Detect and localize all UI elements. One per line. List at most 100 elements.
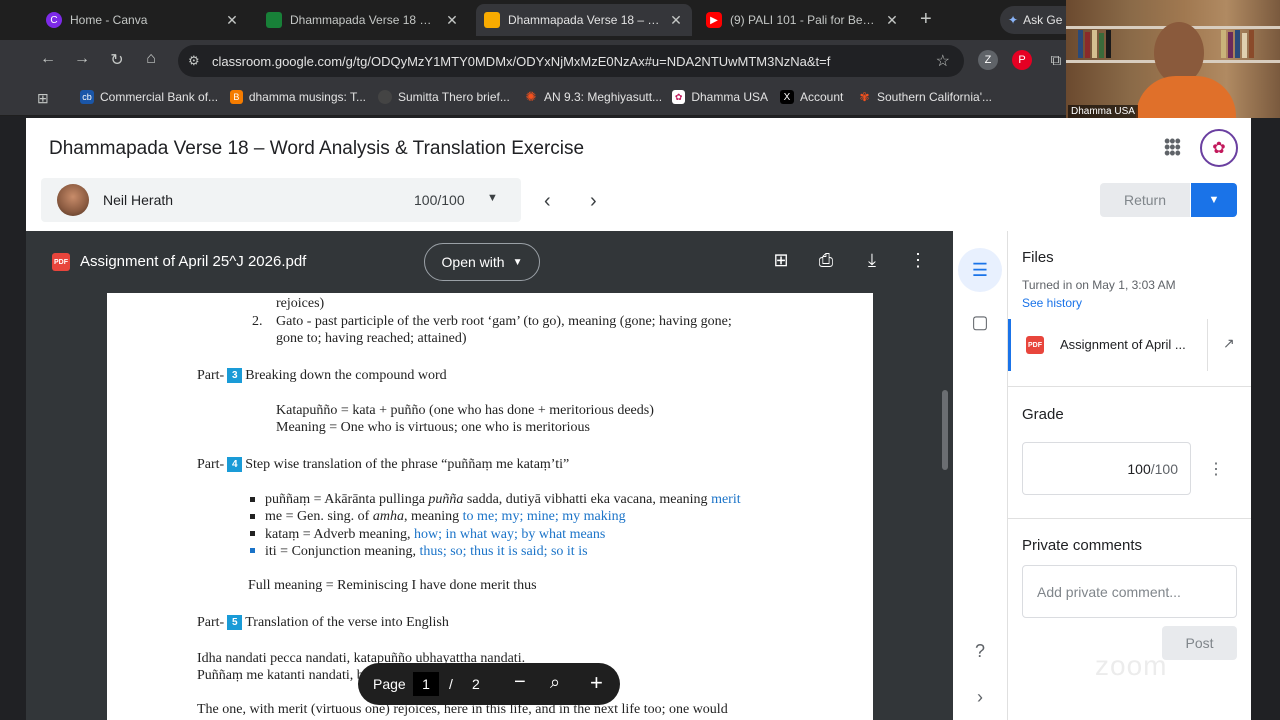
grade-heading: Grade bbox=[1022, 406, 1064, 423]
grade-input[interactable]: 100/100 bbox=[1022, 442, 1191, 495]
zoom-in-icon[interactable]: + bbox=[590, 670, 603, 696]
see-history-link[interactable]: See history bbox=[1022, 296, 1082, 310]
grading-sidepanel: Files Turned in on May 1, 3:03 AM See hi… bbox=[1008, 231, 1251, 720]
bookmark-dhamma-usa[interactable]: ✿ Dhamma USA bbox=[672, 90, 768, 104]
print-icon[interactable]: ⎙ bbox=[814, 250, 838, 271]
bullet-me: me = Gen. sing. of amha, meaning to me; … bbox=[265, 509, 626, 524]
sun-icon: ✺ bbox=[525, 89, 537, 104]
student-grade: 100/100 bbox=[414, 192, 465, 208]
student-avatar bbox=[57, 184, 89, 216]
bookmark-commercial-bank[interactable]: cb Commercial Bank of... bbox=[80, 90, 220, 104]
open-in-new-icon[interactable]: ↗ bbox=[1223, 335, 1235, 352]
post-button[interactable]: Post bbox=[1162, 626, 1237, 660]
pdf-file-icon: PDF bbox=[1026, 336, 1044, 354]
help-icon[interactable]: ? bbox=[958, 629, 1002, 673]
url-bar[interactable]: ⚙ classroom.google.com/g/tg/ODQyMzY1MTY0… bbox=[178, 45, 964, 77]
return-options-icon[interactable]: ▼ bbox=[1191, 183, 1237, 217]
classroom-icon bbox=[266, 12, 282, 28]
bullet-iti: iti = Conjunction meaning, thus; so; thu… bbox=[265, 544, 588, 559]
collapse-panel-icon[interactable]: › bbox=[958, 675, 1002, 719]
site-icon bbox=[378, 90, 392, 104]
next-student-icon[interactable]: › bbox=[590, 190, 597, 213]
google-apps-icon[interactable]: ••• ••• ••• bbox=[1164, 132, 1184, 162]
left-edge bbox=[0, 116, 26, 720]
pdf-file-icon: PDF bbox=[52, 253, 70, 271]
attachment-name: Assignment of April ... bbox=[1060, 337, 1186, 352]
x-icon: X bbox=[780, 90, 794, 104]
classroom-header: Dhammapada Verse 18 – Word Analysis & Tr… bbox=[26, 118, 1251, 231]
home-icon[interactable]: ⌂ bbox=[140, 50, 162, 68]
details-panel-icon[interactable]: ☰ bbox=[958, 248, 1002, 292]
zoom-watermark: zoom bbox=[1095, 650, 1168, 681]
private-comment-input[interactable]: Add private comment... bbox=[1022, 565, 1237, 618]
pdf-page: rejoices) 2. Gato - past participle of t… bbox=[107, 293, 873, 720]
close-tab-icon[interactable]: ✕ bbox=[884, 12, 900, 29]
page-number-input[interactable]: 1 bbox=[413, 672, 439, 696]
tab-canva[interactable]: C Home - Canva ✕ bbox=[38, 6, 248, 34]
close-tab-icon[interactable]: ✕ bbox=[668, 12, 684, 29]
bullet bbox=[250, 497, 255, 502]
chevron-down-icon: ▼ bbox=[512, 256, 523, 268]
zoom-fit-icon[interactable]: ⌕ bbox=[550, 672, 560, 693]
nbc-icon: ✾ bbox=[859, 90, 870, 104]
viewer-scrollbar[interactable] bbox=[942, 390, 948, 470]
bullet bbox=[250, 531, 255, 536]
bullet bbox=[250, 514, 255, 519]
viewer-toolbar: PDF Assignment of April 25^J 2026.pdf Op… bbox=[26, 231, 953, 293]
attachment-card[interactable]: PDF Assignment of April ... ↗ bbox=[1008, 319, 1251, 371]
comments-panel-icon[interactable]: ▢ bbox=[958, 300, 1002, 344]
part-5-heading: Part- 5 Translation of the verse into Engl… bbox=[197, 615, 449, 630]
account-avatar[interactable]: ✿ bbox=[1200, 129, 1238, 167]
part-4-heading: Part- 4 Step wise translation of the phras… bbox=[197, 457, 570, 472]
grade-more-icon[interactable]: ⋮ bbox=[1208, 459, 1224, 479]
add-comment-icon[interactable]: ⊞ bbox=[769, 250, 793, 271]
zoom-out-icon[interactable]: − bbox=[514, 671, 526, 694]
apps-grid-icon[interactable]: ⊞ bbox=[37, 90, 49, 107]
site-info-icon[interactable]: ⚙ bbox=[188, 53, 204, 69]
bank-icon: cb bbox=[80, 90, 94, 104]
download-icon[interactable]: ⤓ bbox=[860, 250, 884, 271]
extensions-icon[interactable]: ⧉ bbox=[1046, 50, 1066, 70]
previous-student-icon[interactable]: ‹ bbox=[544, 190, 551, 213]
back-icon[interactable]: ← bbox=[37, 50, 59, 68]
student-name: Neil Herath bbox=[103, 192, 174, 208]
presenter-robe bbox=[1136, 76, 1236, 120]
close-tab-icon[interactable]: ✕ bbox=[444, 12, 460, 29]
presenter-face bbox=[1154, 22, 1204, 84]
return-button[interactable]: Return bbox=[1100, 183, 1190, 217]
forward-icon[interactable]: → bbox=[71, 50, 93, 68]
open-with-button[interactable]: Open with ▼ bbox=[424, 243, 540, 281]
bullet-punnam: puññaṃ = Akārānta pullinga puñña sadda, … bbox=[265, 492, 741, 507]
close-tab-icon[interactable]: ✕ bbox=[224, 12, 240, 29]
extension-z-icon[interactable]: Z bbox=[978, 50, 998, 70]
bullet-katam: kataṃ = Adverb meaning, how; in what way… bbox=[265, 527, 606, 542]
turned-in-status: Turned in on May 1, 3:03 AM bbox=[1022, 278, 1176, 292]
canva-icon: C bbox=[46, 12, 62, 28]
pinterest-icon[interactable]: P bbox=[1012, 50, 1032, 70]
dhamma-usa-icon: ✿ bbox=[672, 90, 686, 104]
files-heading: Files bbox=[1022, 249, 1054, 266]
bookmark-an-9-3[interactable]: ✺ AN 9.3: Meghiyasutt... bbox=[524, 89, 664, 104]
tab-classroom-1[interactable]: Dhammapada Verse 18 – Wor ✕ bbox=[258, 6, 468, 34]
blogger-icon: B bbox=[230, 90, 243, 104]
classroom-icon bbox=[484, 12, 500, 28]
bookmark-star-icon[interactable]: ☆ bbox=[936, 51, 950, 71]
student-selector[interactable]: Neil Herath 100/100 ▼ bbox=[41, 178, 521, 222]
right-edge bbox=[1251, 118, 1280, 720]
file-title: Assignment of April 25^J 2026.pdf bbox=[80, 253, 307, 270]
tab-youtube[interactable]: ▶ (9) PALI 101 - Pali for Beginne ✕ bbox=[698, 6, 908, 34]
page-navigation-bar: Page 1 / 2 − ⌕ + bbox=[358, 663, 620, 705]
new-tab-button[interactable]: + bbox=[920, 8, 932, 30]
bookmark-sumitta-thero[interactable]: Sumitta Thero brief... bbox=[378, 90, 512, 104]
reload-icon[interactable]: ↻ bbox=[106, 50, 128, 70]
part-3-heading: Part- 3 Breaking down the compound word bbox=[197, 368, 447, 383]
dropdown-arrow-icon[interactable]: ▼ bbox=[487, 192, 498, 204]
side-rail: ☰ ▢ ? › bbox=[953, 231, 1008, 720]
tab-classroom-2[interactable]: Dhammapada Verse 18 – Wor ✕ bbox=[476, 4, 692, 36]
bookmark-southern-california[interactable]: ✾ Southern California'... bbox=[858, 90, 992, 104]
bookmark-account[interactable]: X Account bbox=[780, 90, 850, 104]
webcam-name-label: Dhamma USA bbox=[1068, 105, 1138, 118]
youtube-icon: ▶ bbox=[706, 12, 722, 28]
more-options-icon[interactable]: ⋮ bbox=[906, 250, 930, 271]
bookmark-dhamma-musings[interactable]: Bdhamma musings: T... bbox=[230, 90, 366, 104]
